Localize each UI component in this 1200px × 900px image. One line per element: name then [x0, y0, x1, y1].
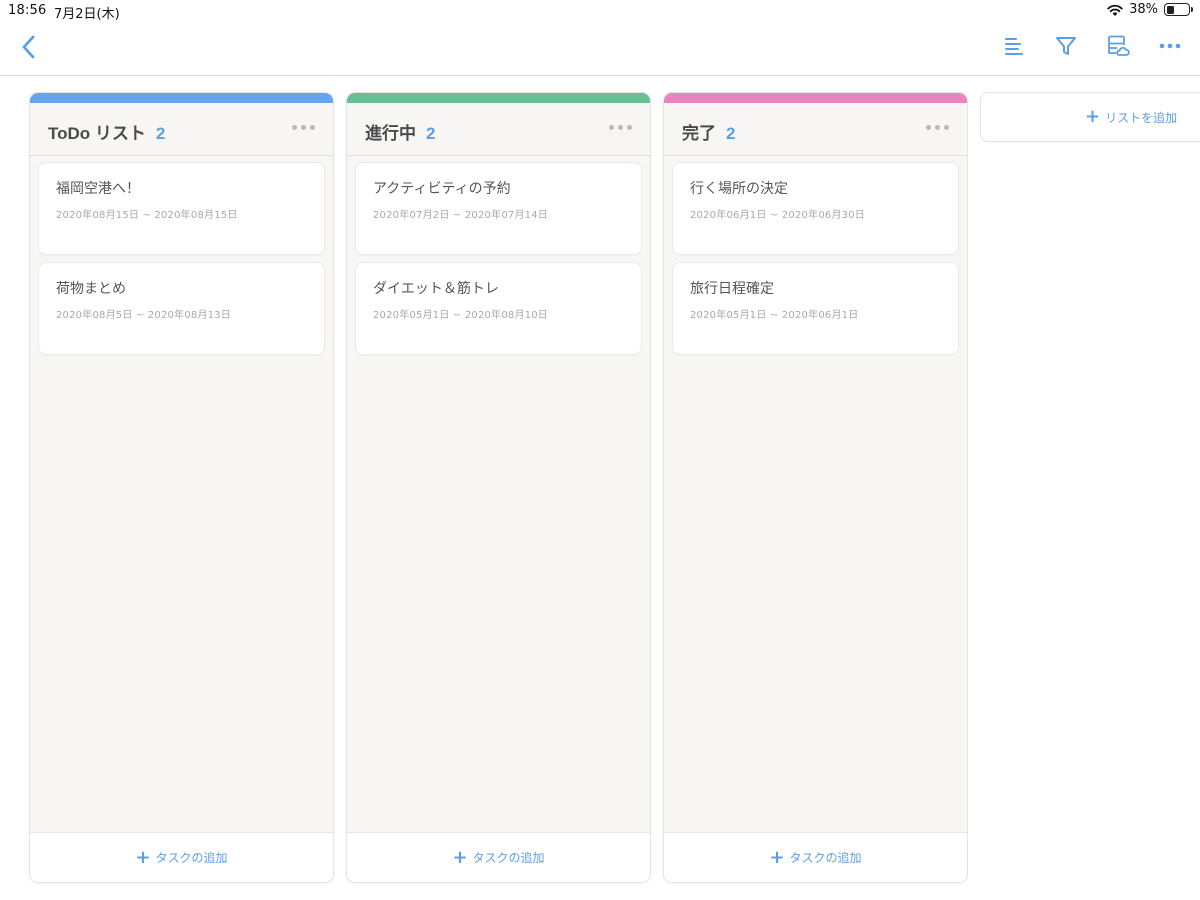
- plus-icon: +: [1085, 106, 1101, 127]
- task-card[interactable]: アクティビティの予約 2020年07月2日 ~ 2020年07月14日: [356, 163, 641, 254]
- battery-icon: [1164, 3, 1193, 16]
- column-title: ToDo リスト 2: [48, 119, 165, 144]
- task-card[interactable]: 荷物まとめ 2020年08月5日 ~ 2020年08月13日: [39, 263, 324, 354]
- status-indicators: 38%: [1107, 2, 1193, 17]
- column-title: 完了 2: [682, 119, 735, 144]
- add-task-label: タスクの追加: [472, 851, 545, 865]
- task-card[interactable]: 旅行日程確定 2020年05月1日 ~ 2020年06月1日: [673, 263, 958, 354]
- column-todo: ToDo リスト 2 福岡空港へ！ 2020年08月15日 ~ 2020年08月1…: [30, 93, 333, 882]
- status-time: 18:56: [8, 3, 47, 18]
- add-list-button[interactable]: + リストを追加: [981, 93, 1200, 141]
- nav-bar: [0, 22, 1200, 76]
- task-title: アクティビティの予約: [373, 181, 511, 197]
- column-title-text: 完了: [682, 124, 716, 143]
- add-list-label: リストを追加: [1105, 110, 1178, 125]
- column-color-bar: [664, 93, 967, 103]
- plus-icon: +: [135, 846, 151, 868]
- add-task-button[interactable]: + タスクの追加: [30, 832, 333, 882]
- task-title: 荷物まとめ: [56, 281, 126, 297]
- column-title-text: 進行中: [365, 124, 416, 143]
- column-color-bar: [30, 93, 333, 103]
- chevron-left-icon[interactable]: [18, 34, 40, 60]
- status-bar: 18:56 7月2日(木) 38%: [0, 0, 1200, 22]
- task-date: 2020年05月1日 ~ 2020年08月10日: [373, 310, 548, 321]
- task-title: 行く場所の決定: [690, 181, 788, 197]
- column-title: 進行中 2: [365, 119, 435, 144]
- wifi-icon: [1107, 4, 1123, 16]
- column-title-text: ToDo リスト: [48, 124, 146, 143]
- task-title: 旅行日程確定: [690, 281, 774, 297]
- add-task-label: タスクの追加: [155, 851, 228, 865]
- task-date: 2020年06月1日 ~ 2020年06月30日: [690, 210, 865, 221]
- column-header: 進行中 2: [347, 103, 650, 156]
- nav-actions: [1002, 34, 1182, 58]
- column-more-icon[interactable]: [926, 125, 949, 130]
- add-task-button[interactable]: + タスクの追加: [664, 832, 967, 882]
- more-icon[interactable]: [1158, 34, 1182, 58]
- task-card[interactable]: ダイエット＆筋トレ 2020年05月1日 ~ 2020年08月10日: [356, 263, 641, 354]
- task-date: 2020年07月2日 ~ 2020年07月14日: [373, 210, 548, 221]
- status-date: 7月2日(木): [54, 7, 120, 22]
- task-date: 2020年08月5日 ~ 2020年08月13日: [56, 310, 231, 321]
- column-header: 完了 2: [664, 103, 967, 156]
- column-in-progress: 進行中 2 アクティビティの予約 2020年07月2日 ~ 2020年07月14日…: [347, 93, 650, 882]
- column-count: 2: [426, 124, 436, 143]
- column-count: 2: [726, 124, 736, 143]
- column-more-icon[interactable]: [609, 125, 632, 130]
- task-card[interactable]: 行く場所の決定 2020年06月1日 ~ 2020年06月30日: [673, 163, 958, 254]
- battery-percent: 38%: [1129, 2, 1158, 17]
- task-title: ダイエット＆筋トレ: [373, 281, 499, 297]
- filter-icon[interactable]: [1054, 34, 1078, 58]
- task-date: 2020年08月15日 ~ 2020年08月15日: [56, 210, 238, 221]
- plus-icon: +: [769, 846, 785, 868]
- column-count: 2: [155, 124, 166, 143]
- plus-icon: +: [452, 846, 468, 868]
- cloud-storage-icon[interactable]: [1106, 34, 1130, 58]
- battery-level: [1166, 5, 1175, 14]
- task-title: 福岡空港へ！: [56, 181, 140, 197]
- add-task-button[interactable]: + タスクの追加: [347, 832, 650, 882]
- column-more-icon[interactable]: [292, 125, 315, 130]
- column-done: 完了 2 行く場所の決定 2020年06月1日 ~ 2020年06月30日 旅行日…: [664, 93, 967, 882]
- add-task-label: タスクの追加: [789, 851, 862, 865]
- column-header: ToDo リスト 2: [30, 103, 333, 156]
- task-card[interactable]: 福岡空港へ！ 2020年08月15日 ~ 2020年08月15日: [39, 163, 324, 254]
- column-color-bar: [347, 93, 650, 103]
- task-date: 2020年05月1日 ~ 2020年06月1日: [690, 310, 859, 321]
- list-icon[interactable]: [1002, 34, 1026, 58]
